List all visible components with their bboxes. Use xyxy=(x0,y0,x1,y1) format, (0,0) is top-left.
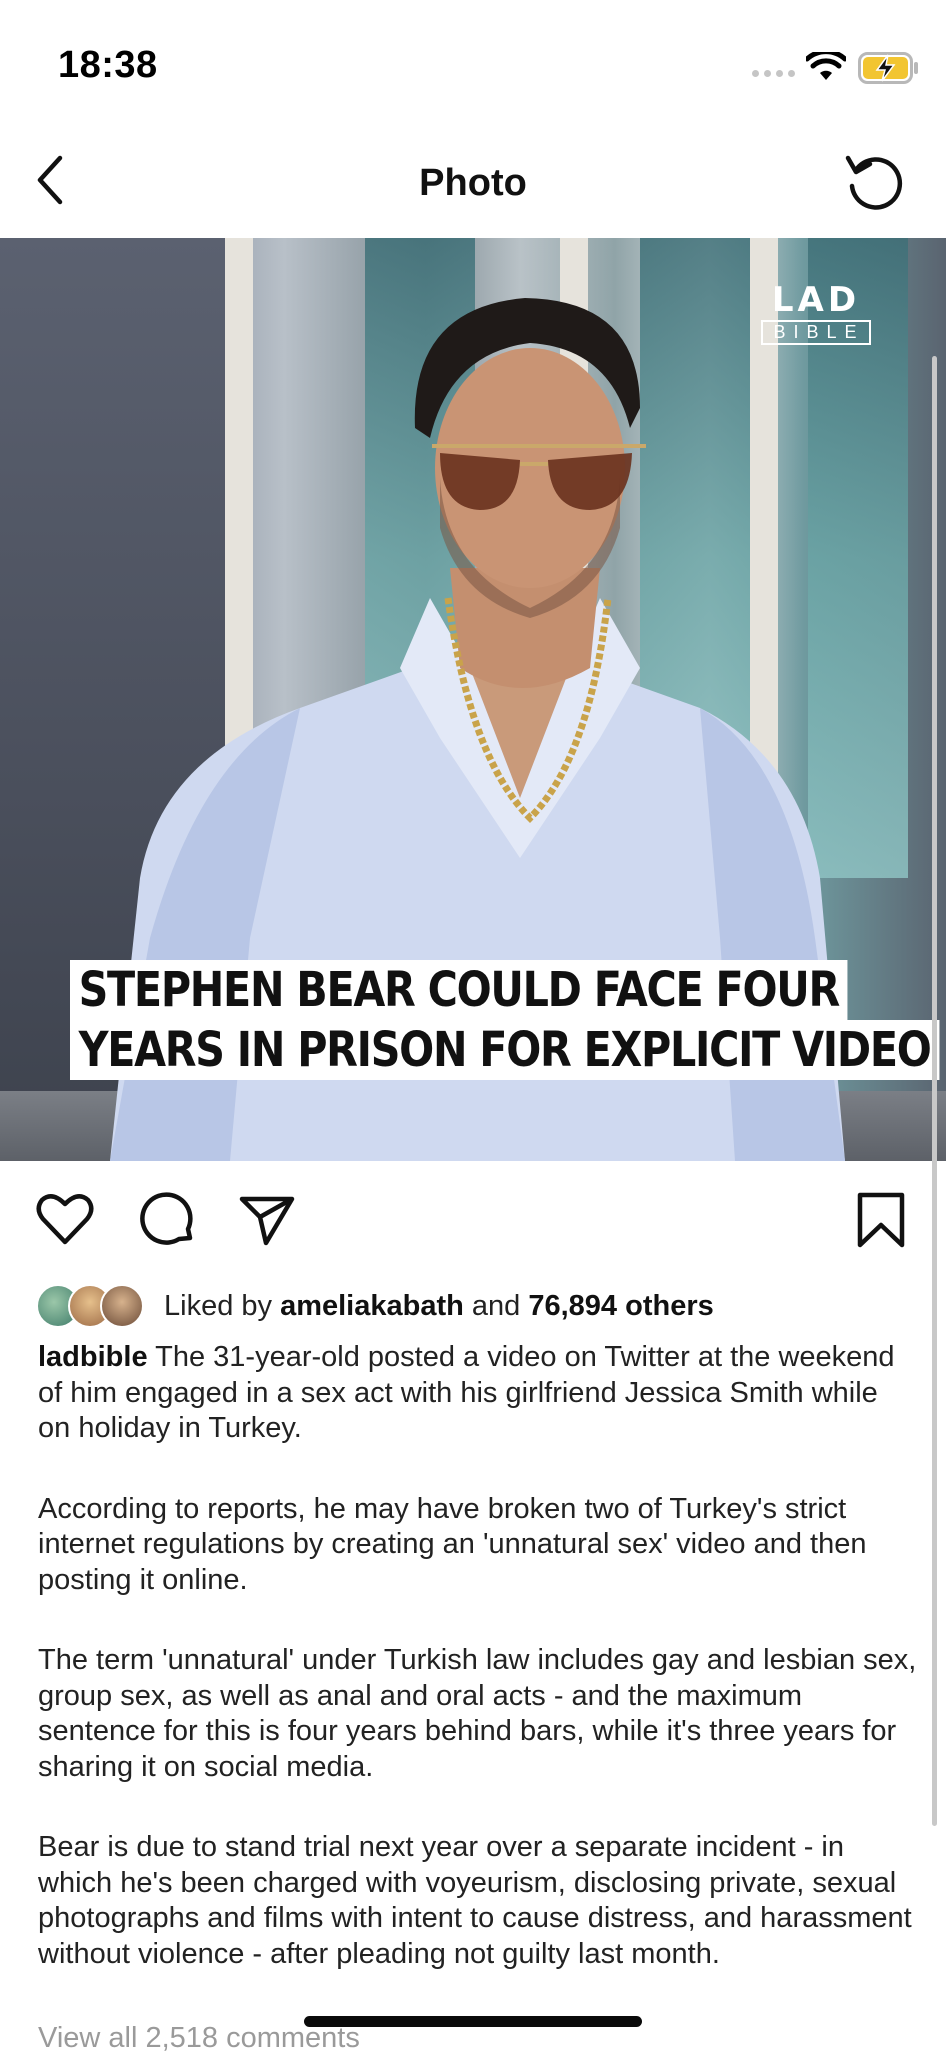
avatar xyxy=(100,1284,144,1328)
liker-avatars xyxy=(36,1284,148,1328)
status-bar: 18:38 xyxy=(0,0,946,120)
nav-bar: Photo xyxy=(0,120,946,239)
liker-username[interactable]: ameliakabath xyxy=(280,1290,464,1322)
cellular-signal-icon xyxy=(752,70,795,77)
heart-icon[interactable] xyxy=(34,1189,96,1251)
bookmark-icon[interactable] xyxy=(850,1189,912,1251)
caption-paragraph: ladbible The 31-year-old posted a video … xyxy=(38,1341,895,1444)
refresh-icon[interactable] xyxy=(842,150,906,214)
post-photo[interactable]: LAD BIBLE STEPHEN BEAR COULD FACE FOUR Y… xyxy=(0,238,946,1161)
likes-count[interactable]: 76,894 others xyxy=(528,1290,713,1322)
comment-icon[interactable] xyxy=(136,1189,198,1251)
caption-paragraph: The term 'unnatural' under Turkish law i… xyxy=(38,1644,917,1783)
caption-paragraph: Bear is due to stand trial next year ove… xyxy=(38,1831,912,1970)
ladbible-logo: LAD BIBLE xyxy=(756,282,876,345)
likes-row[interactable]: Liked by ameliakabath and 76,894 others xyxy=(36,1284,714,1328)
caption-paragraph: According to reports, he may have broken… xyxy=(38,1492,867,1596)
battery-charging-icon xyxy=(858,52,918,84)
scrollbar[interactable] xyxy=(932,356,937,1826)
home-indicator[interactable] xyxy=(304,2016,642,2027)
headline-line-2: YEARS IN PRISON FOR EXPLICIT VIDEO xyxy=(70,1020,940,1080)
likes-text: Liked by ameliakabath and 76,894 others xyxy=(164,1289,714,1322)
headline-line-1: STEPHEN BEAR COULD FACE FOUR xyxy=(70,960,848,1020)
status-time: 18:38 xyxy=(58,44,158,86)
post-caption: ladbible The 31-year-old posted a video … xyxy=(38,1340,918,2017)
page-title: Photo xyxy=(419,162,527,204)
send-icon[interactable] xyxy=(236,1189,298,1251)
post-actions xyxy=(0,1161,946,1281)
wifi-icon xyxy=(806,52,846,80)
photo-headline: STEPHEN BEAR COULD FACE FOUR YEARS IN PR… xyxy=(70,960,946,1080)
caption-username[interactable]: ladbible xyxy=(38,1341,148,1373)
